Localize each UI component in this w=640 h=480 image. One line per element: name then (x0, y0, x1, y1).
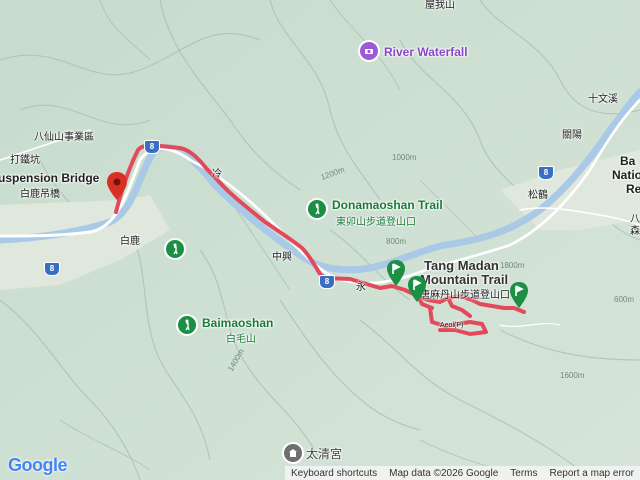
map-label-baimaoshan-zh: 白毛山 (226, 334, 256, 345)
google-logo: Google (8, 455, 68, 476)
map-canvas[interactable]: 1200m 1000m 800m 1400m 1600m 1800m 600m (0, 0, 640, 480)
route-shield: 8 (319, 275, 335, 289)
keyboard-shortcuts-link[interactable]: Keyboard shortcuts (285, 468, 383, 479)
map-label-top-cut: 屋我山 (425, 0, 455, 11)
map-label-right-cut-3: Re (626, 182, 640, 196)
google-logo-text: Google (8, 455, 68, 475)
camera-icon[interactable] (360, 42, 378, 60)
map-label-daqiekeng: 打鐵坑 (10, 155, 40, 166)
map-label-donamaoshan-trail[interactable]: Donamaoshan Trail (332, 198, 443, 212)
hiking-icon[interactable] (166, 240, 184, 258)
report-map-error-link[interactable]: Report a map error (544, 468, 640, 479)
map-label-taiqinggong[interactable]: 太清宮 (306, 445, 342, 462)
route-8-shield: 8 (44, 262, 60, 276)
green-flag-icon[interactable] (387, 260, 405, 286)
terms-link[interactable]: Terms (504, 468, 543, 479)
map-data-text: Map data ©2026 Google (389, 467, 499, 479)
elev-label: 800m (386, 237, 406, 246)
elev-label: 1800m (500, 261, 525, 270)
elev-label: 1000m (392, 153, 417, 162)
map-label-shiwenxi: 十文溪 (588, 94, 618, 105)
map-label-small-trail: Aeol(P) (440, 322, 464, 329)
map-label-suspension-bridge-zh: 白鹿吊橋 (20, 189, 60, 200)
map-label-donamaoshan-trail-zh: 東卯山步道登山口 (336, 217, 416, 228)
elev-label: 1600m (560, 371, 585, 380)
map-label-guanyang: 關陽 (562, 130, 582, 141)
map-label-bailu: 白鹿 (120, 236, 140, 247)
map-label-right-cut-2: Natio (612, 168, 640, 182)
map-label-bxs: 八仙山事業區 (34, 132, 94, 143)
map-label-tang-madan-1[interactable]: Tang Madan (424, 258, 499, 273)
destination-pin-icon[interactable] (107, 172, 127, 200)
map-label-yong: 永 (356, 282, 366, 293)
elev-label: 600m (614, 295, 634, 304)
route-8-shield: 8 (538, 166, 554, 180)
map-label-tang-madan-2[interactable]: Mountain Trail (420, 272, 508, 287)
map-label-lengkeng: 冷 (212, 169, 222, 180)
green-flag-icon[interactable] (510, 282, 528, 308)
map-label-river-waterfall[interactable]: River Waterfall (384, 45, 468, 59)
map-label-right-cut-1: Ba (620, 154, 636, 168)
map-label-right-cut-5: 森 (630, 226, 640, 237)
temple-icon[interactable] (284, 444, 302, 462)
hiking-icon[interactable] (178, 316, 196, 334)
hiking-icon[interactable] (308, 200, 326, 218)
map-label-songhe: 松鶴 (528, 190, 548, 201)
map-label-baimaoshan[interactable]: Baimaoshan (202, 316, 273, 330)
map-label-tang-madan-zh: 唐麻丹山步道登山口 (420, 290, 510, 301)
map-label-suspension-bridge: uspension Bridge (0, 171, 100, 185)
attribution-bar: Keyboard shortcuts Map data ©2026 Google… (284, 466, 640, 480)
route-shield: 8 (144, 140, 160, 154)
map-label-zhongxing: 中興 (272, 252, 292, 263)
green-flag-icon[interactable] (408, 276, 426, 302)
